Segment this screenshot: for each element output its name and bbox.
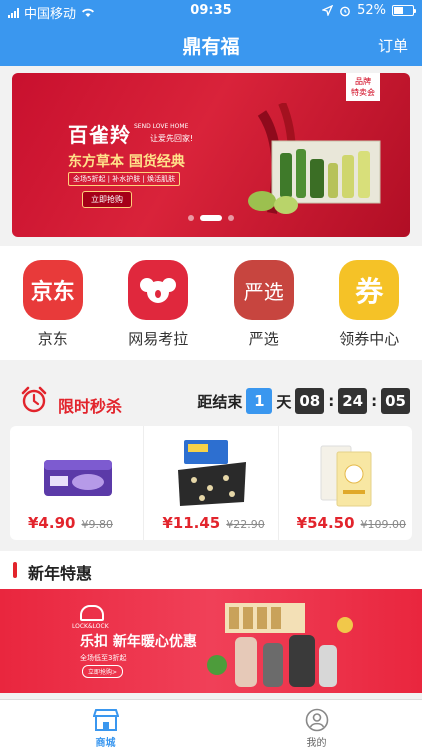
banner-brand-name: 百雀羚 — [68, 123, 131, 147]
tab-label: 我的 — [306, 738, 327, 749]
new-year-banner[interactable]: LOCK&LOCK 乐扣 新年暖心优惠 全场低至3折起 立即抢购> — [0, 589, 422, 693]
flash-product-3[interactable]: ¥54.50 ¥109.00 — [277, 426, 412, 540]
price-row: ¥11.45 ¥22.90 — [162, 514, 264, 532]
carousel-indicator[interactable] — [12, 215, 410, 221]
battery-icon — [392, 5, 416, 16]
brand-sale-ribbon: 品牌 特卖会 — [346, 73, 380, 101]
countdown-separator: : — [328, 392, 335, 410]
price-row: ¥54.50 ¥109.00 — [297, 514, 406, 532]
tab-label: 商城 — [95, 738, 116, 749]
category-jd[interactable]: 京东 京东 — [0, 246, 106, 360]
category-label: 网易考拉 — [128, 330, 189, 348]
countdown-seconds: 05 — [381, 388, 410, 414]
flash-product-1[interactable]: ¥4.90 ¥9.80 — [10, 426, 143, 540]
header: 中国移动 09:35 52% 鼎有福 订单 — [0, 0, 422, 66]
product-image-face-mask — [320, 445, 372, 507]
orders-button[interactable]: 订单 — [378, 35, 408, 56]
category-label: 严选 — [248, 330, 279, 348]
banner-brand-sub: 让爱先回家! — [150, 134, 194, 143]
countdown-hours: 08 — [295, 388, 325, 414]
countdown-timer: 距结束 1 天 08 : 24 : 05 — [197, 388, 410, 414]
location-arrow-icon — [322, 5, 334, 16]
banner-cta-button[interactable]: 立即抢购 — [82, 191, 132, 208]
yanxuan-logo-icon: 严选 — [233, 260, 294, 320]
price-row: ¥4.90 ¥9.80 — [28, 514, 113, 532]
battery-percent: 52% — [357, 3, 386, 18]
jd-logo-icon: 京东 — [22, 260, 83, 320]
locklock-logo-icon — [80, 605, 104, 621]
carousel-dot-active[interactable] — [200, 215, 222, 221]
tab-store[interactable]: 商城 — [0, 700, 211, 750]
flash-product-2[interactable]: ¥11.45 ¥22.90 — [143, 426, 277, 540]
thermos-products-image — [207, 603, 353, 687]
banner-tag: 全场5折起 | 补水护肤 | 焕活肌肤 — [68, 172, 181, 186]
countdown-label: 距结束 — [197, 392, 243, 411]
category-kaola[interactable]: 网易考拉 — [106, 246, 212, 360]
ribbon-line2: 特卖会 — [351, 88, 375, 97]
new-year-subtitle: 全场低至3折起 — [80, 654, 127, 662]
flash-sale-products: ¥4.90 ¥9.80 ¥11.45 ¥22.90 ¥54.50 ¥109.00 — [10, 426, 412, 540]
locklock-logo-text: LOCK&LOCK — [72, 623, 109, 630]
promo-banner[interactable]: 品牌 特卖会 百雀羚 SEND LOVE HOME 让爱先回家! 东方草本 国货… — [12, 73, 410, 237]
status-right: 52% — [322, 3, 416, 18]
banner-brand-en: SEND LOVE HOME — [134, 123, 189, 130]
store-icon — [92, 709, 119, 731]
new-year-headline: 乐扣 新年暖心优惠 — [80, 634, 197, 650]
flash-sale-section: 限时秒杀 距结束 1 天 08 : 24 : 05 ¥4.90 ¥9.80 ¥1… — [0, 370, 422, 540]
category-label: 领券中心 — [339, 330, 400, 348]
sale-price: ¥11.45 — [162, 514, 221, 532]
category-coupon-center[interactable]: 券 领券中心 — [317, 246, 422, 360]
carousel-dot[interactable] — [188, 215, 194, 221]
carousel-dot[interactable] — [228, 215, 234, 221]
category-row: 京东 京东 网易考拉 严选 严选 券 领券中心 — [0, 246, 422, 360]
countdown-day-unit: 天 — [276, 392, 292, 411]
skincare-product-image — [248, 103, 381, 214]
app-root: 中国移动 09:35 52% 鼎有福 订单 品牌 特卖会 百雀羚 SEND LO… — [0, 0, 422, 750]
new-year-title: 新年特惠 — [28, 564, 93, 583]
coupon-icon: 券 — [339, 260, 400, 320]
new-year-section-header: 新年特惠 — [0, 551, 422, 589]
status-bar: 中国移动 09:35 52% — [0, 0, 422, 22]
section-accent-bar — [13, 562, 17, 578]
flash-sale-title: 限时秒杀 — [58, 397, 123, 416]
nav-bar: 鼎有福 订单 — [0, 22, 422, 66]
original-price: ¥9.80 — [81, 518, 113, 531]
original-price: ¥109.00 — [360, 518, 407, 531]
alarm-icon — [340, 6, 350, 16]
new-year-cta-button[interactable]: 立即抢购> — [82, 665, 124, 678]
ribbon-line1: 品牌 — [355, 77, 371, 86]
product-image-sanitary-pads — [44, 460, 112, 496]
bottom-tab-bar: 商城 我的 — [0, 699, 422, 750]
banner-slogan: 东方草本 国货经典 — [68, 154, 185, 170]
original-price: ¥22.90 — [226, 518, 265, 531]
alarm-clock-icon — [21, 386, 47, 413]
flash-sale-header: 限时秒杀 距结束 1 天 08 : 24 : 05 — [0, 370, 422, 426]
countdown-separator: : — [371, 392, 378, 410]
battery-fill — [394, 7, 404, 14]
sale-price: ¥4.90 — [28, 514, 76, 532]
category-label: 京东 — [37, 330, 68, 348]
tab-mine[interactable]: 我的 — [211, 700, 422, 750]
category-yanxuan[interactable]: 严选 严选 — [211, 246, 317, 360]
countdown-days: 1 — [246, 388, 273, 414]
page-title: 鼎有福 — [182, 36, 240, 58]
user-icon — [305, 708, 328, 732]
sale-price: ¥54.50 — [296, 514, 355, 532]
product-image-seaweed-snack — [178, 440, 247, 506]
kaola-logo-icon — [128, 260, 189, 320]
countdown-minutes: 24 — [338, 388, 368, 414]
